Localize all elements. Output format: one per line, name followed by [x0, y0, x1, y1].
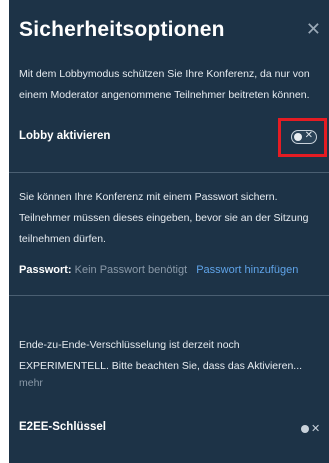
password-description-line-3: teilnehmen dürfen. [19, 233, 106, 245]
password-description-line-1: Sie können Ihre Konferenz mit einem Pass… [19, 191, 278, 203]
password-value: Kein Passwort benötigt [74, 264, 188, 276]
lobby-description-line-1: Mit dem Lobbymodus schützen Sie Ihre Kon… [19, 68, 310, 80]
dialog-header: Sicherheitsoptionen ✕ [9, 0, 329, 62]
toggle-knob [301, 425, 309, 433]
e2ee-description-line-1: Ende-zu-Ende-Verschlüsselung ist derzeit… [19, 339, 240, 351]
security-options-dialog: Sicherheitsoptionen ✕ Mit dem Lobbymodus… [9, 0, 329, 463]
e2ee-label: E2EE-Schlüssel [19, 421, 106, 433]
dialog-title: Sicherheitsoptionen [19, 18, 225, 41]
e2ee-section: Ende-zu-Ende-Verschlüsselung ist derzeit… [9, 335, 329, 389]
highlight-box [278, 118, 327, 157]
password-label: Passwort: [19, 264, 72, 276]
password-section: Sie können Ihre Konferenz mit einem Pass… [9, 187, 329, 250]
toggle-off-icon: ✕ [311, 423, 321, 435]
e2ee-toggle[interactable]: ✕ [299, 422, 327, 436]
lobby-section: Mit dem Lobbymodus schützen Sie Ihre Kon… [9, 64, 329, 106]
password-description-line-2: Teilnehmer müssen dieses eingeben, bevor… [19, 212, 309, 224]
lobby-description-line-2: einem Moderator angenommene Teilnehmer b… [19, 89, 310, 101]
password-row: Passwort: Kein Passwort benötigt Passwor… [9, 264, 329, 276]
close-icon[interactable]: ✕ [306, 20, 321, 38]
add-password-link[interactable]: Passwort hinzufügen [196, 264, 298, 276]
e2ee-description-line-2: EXPERIMENTELL. Bitte beachten Sie, dass … [19, 360, 303, 372]
more-link[interactable]: mehr [19, 377, 319, 389]
section-divider [9, 295, 329, 296]
section-divider [9, 172, 329, 173]
